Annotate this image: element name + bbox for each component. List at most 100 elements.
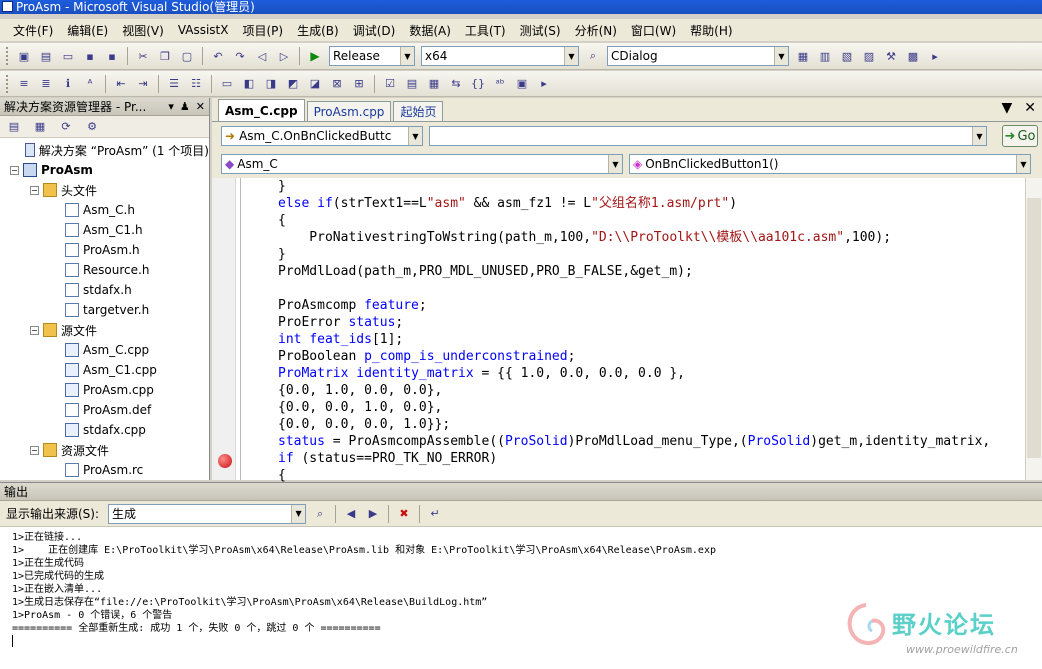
menu-tools[interactable]: 工具(T) xyxy=(458,22,513,39)
tree-file[interactable]: targetver.h xyxy=(0,300,209,320)
find-message-icon[interactable]: ⌕ xyxy=(311,505,329,523)
menu-analyze[interactable]: 分析(N) xyxy=(568,22,624,39)
tree-file[interactable]: stdafx.cpp xyxy=(0,420,209,440)
next-bookmark-icon[interactable]: ◨ xyxy=(262,75,280,93)
close-icon[interactable]: ✕ xyxy=(196,100,205,113)
tree-expander-icon[interactable]: − xyxy=(10,165,19,175)
tree-file[interactable]: stdafx.h xyxy=(0,280,209,300)
tools-icon[interactable]: ⚒ xyxy=(882,47,900,65)
tree-file[interactable]: Asm_C1.cpp xyxy=(0,360,209,380)
tree-file[interactable]: Asm_C.h xyxy=(0,200,209,220)
chevron-down-icon[interactable]: ▼ xyxy=(774,47,788,65)
find-in-files-icon[interactable]: ⌕ xyxy=(584,47,602,65)
refresh-icon[interactable]: ⟳ xyxy=(58,119,74,135)
tab-asm-c-cpp[interactable]: Asm_C.cpp xyxy=(218,99,305,121)
more-tools-icon[interactable]: ▸ xyxy=(926,47,944,65)
scrollbar-thumb[interactable] xyxy=(1027,198,1041,458)
tree-folder[interactable]: − 头文件 xyxy=(0,180,209,200)
redo-icon[interactable]: ↷ xyxy=(231,47,249,65)
paste-icon[interactable]: ▢ xyxy=(178,47,196,65)
chevron-down-icon[interactable]: ▼ xyxy=(291,504,306,523)
add-item-icon[interactable]: ▤ xyxy=(37,47,55,65)
menu-help[interactable]: 帮助(H) xyxy=(683,22,739,39)
va-spellcheck-icon[interactable]: ᵃᵇ xyxy=(491,75,509,93)
class-scope-select[interactable]: ◆ Asm_C ▼ xyxy=(221,154,623,174)
decrease-indent-icon[interactable]: ⇤ xyxy=(112,75,130,93)
panel-menu-icon[interactable]: ▾ xyxy=(168,100,174,113)
go-button[interactable]: ➜ Go xyxy=(1002,125,1038,147)
navigate-back-icon[interactable]: ◁ xyxy=(253,47,271,65)
tab-start-page[interactable]: 起始页 xyxy=(393,101,444,121)
properties-icon[interactable]: ▤ xyxy=(6,119,22,135)
pin-icon[interactable]: ♟ xyxy=(180,100,190,113)
complete-word-icon[interactable]: ᴬ xyxy=(81,75,99,93)
method-scope-select[interactable]: ◈ OnBnClickedButton1() ▼ xyxy=(629,154,1031,174)
tree-expander-icon[interactable]: − xyxy=(30,325,39,335)
menu-window[interactable]: 窗口(W) xyxy=(624,22,683,39)
vertical-scrollbar[interactable] xyxy=(1025,178,1042,480)
start-debugging-icon[interactable]: ▶ xyxy=(306,47,324,65)
va-list-methods-icon[interactable]: {} xyxy=(469,75,487,93)
uncomment-icon[interactable]: ☷ xyxy=(187,75,205,93)
tree-file[interactable]: Resource.h xyxy=(0,260,209,280)
prev-message-icon[interactable]: ◀ xyxy=(342,505,360,523)
tree-file[interactable]: Asm_C1.h xyxy=(0,220,209,240)
new-project-icon[interactable]: ▣ xyxy=(15,47,33,65)
va-open-file-icon[interactable]: ▤ xyxy=(403,75,421,93)
chevron-down-icon[interactable]: ▼ xyxy=(972,127,986,145)
open-file-icon[interactable]: ▭ xyxy=(59,47,77,65)
chevron-down-icon[interactable]: ▼ xyxy=(400,47,414,65)
chevron-down-icon[interactable]: ▼ xyxy=(1016,155,1030,173)
va-checklist-icon[interactable]: ☑ xyxy=(381,75,399,93)
code-text[interactable]: } else if(strText1==L"asm" && asm_fz1 !=… xyxy=(278,178,990,484)
breakpoint-icon[interactable] xyxy=(218,454,232,468)
toolbox-icon[interactable]: ▨ xyxy=(860,47,878,65)
menu-build[interactable]: 生成(B) xyxy=(290,22,346,39)
tree-folder[interactable]: − 资源文件 xyxy=(0,440,209,460)
tree-file[interactable]: ProAsm.h xyxy=(0,240,209,260)
menu-vassistx[interactable]: VAssistX xyxy=(171,23,236,37)
toggle-bookmark-icon[interactable]: ▭ xyxy=(218,75,236,93)
solution-platform-select[interactable]: x64 ▼ xyxy=(421,46,579,66)
menu-file[interactable]: 文件(F) xyxy=(6,22,60,39)
tree-expander-icon[interactable]: − xyxy=(30,185,39,195)
code-area[interactable]: } else if(strText1==L"asm" && asm_fz1 !=… xyxy=(212,178,1042,483)
tree-file[interactable]: ProAsm.rc xyxy=(0,460,209,480)
symbol-search-input[interactable]: ▼ xyxy=(429,126,987,146)
va-refactor-icon[interactable]: ▣ xyxy=(513,75,531,93)
close-document-icon[interactable]: ✕ xyxy=(1024,100,1036,116)
chevron-down-icon[interactable]: ▼ xyxy=(564,47,578,65)
tree-project[interactable]: − ProAsm xyxy=(0,160,209,180)
object-browser-icon[interactable]: ▧ xyxy=(838,47,856,65)
toolbar-grip[interactable] xyxy=(6,74,9,93)
class-view-icon[interactable]: ⚙ xyxy=(84,119,100,135)
show-all-files-icon[interactable]: ▦ xyxy=(32,119,48,135)
find-combo[interactable]: CDialog ▼ xyxy=(607,46,789,66)
tree-file[interactable]: ProAsm.def xyxy=(0,400,209,420)
chevron-down-icon[interactable]: ▼ xyxy=(408,127,422,145)
navigate-forward-icon[interactable]: ▷ xyxy=(275,47,293,65)
undo-icon[interactable]: ↶ xyxy=(209,47,227,65)
member-list-icon[interactable]: ≡ xyxy=(15,75,33,93)
more-tools-icon[interactable]: ▸ xyxy=(535,75,553,93)
start-page-icon[interactable]: ▩ xyxy=(904,47,922,65)
menu-project[interactable]: 项目(P) xyxy=(235,22,290,39)
properties-icon[interactable]: ▥ xyxy=(816,47,834,65)
output-source-select[interactable]: 生成 ▼ xyxy=(108,503,307,524)
increase-indent-icon[interactable]: ⇥ xyxy=(134,75,152,93)
menu-edit[interactable]: 编辑(E) xyxy=(60,22,115,39)
prev-bookmark-icon[interactable]: ◧ xyxy=(240,75,258,93)
save-all-icon[interactable]: ▪ xyxy=(103,47,121,65)
tab-dropdown-icon[interactable]: ▼ xyxy=(1001,100,1012,116)
tab-proasm-cpp[interactable]: ProAsm.cpp xyxy=(306,101,392,121)
member-select[interactable]: ➜ Asm_C.OnBnClickedButtc ▼ xyxy=(221,126,423,146)
next-message-icon[interactable]: ▶ xyxy=(364,505,382,523)
save-icon[interactable]: ▪ xyxy=(81,47,99,65)
tree-solution[interactable]: 解决方案 “ProAsm” (1 个项目) xyxy=(0,140,209,160)
parameter-info-icon[interactable]: ≣ xyxy=(37,75,55,93)
chevron-down-icon[interactable]: ▼ xyxy=(608,155,622,173)
solution-explorer-icon[interactable]: ▦ xyxy=(794,47,812,65)
toolbar-grip[interactable] xyxy=(6,47,9,65)
tree-file[interactable]: ProAsm.cpp xyxy=(0,380,209,400)
tree-file[interactable]: Asm_C.cpp xyxy=(0,340,209,360)
